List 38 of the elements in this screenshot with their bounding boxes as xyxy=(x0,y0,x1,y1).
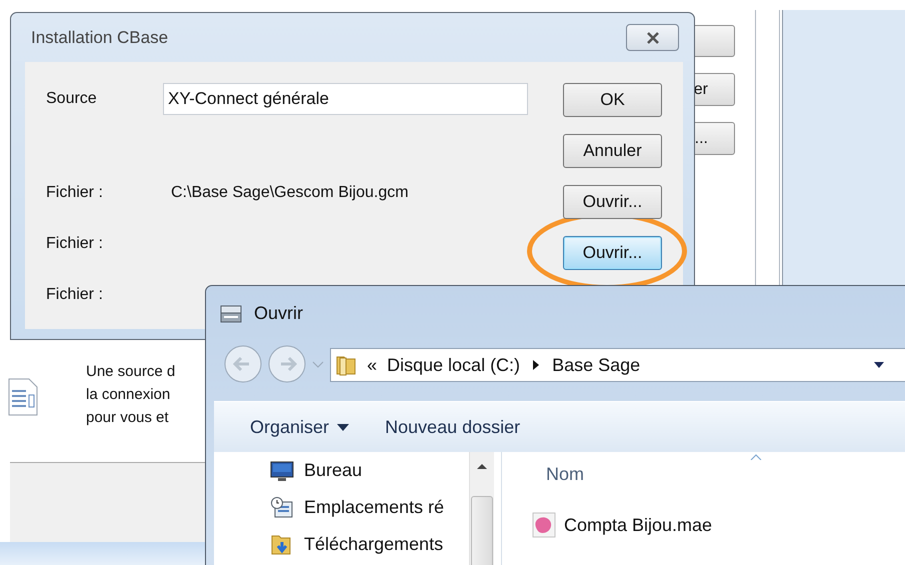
field-label: Fichier : xyxy=(46,235,104,253)
column-header[interactable]: Nom xyxy=(546,452,776,496)
address-bar[interactable]: « Disque local (C:) Base Sage xyxy=(330,348,905,382)
field-label: Source xyxy=(46,90,98,108)
field-label: Fichier : xyxy=(46,184,104,202)
recent-places-icon xyxy=(270,496,294,520)
breadcrumb[interactable]: Base Sage xyxy=(552,354,640,376)
window-title: Installation CBase xyxy=(31,28,168,48)
dialog-button[interactable]: OK xyxy=(563,83,662,117)
toolbar-button[interactable]: Nouveau dossier xyxy=(377,412,528,442)
overflow-chevron[interactable]: « xyxy=(367,354,378,376)
caret-icon xyxy=(337,424,350,430)
scanner-icon xyxy=(220,304,242,324)
document-icon xyxy=(8,378,38,416)
dialog-button[interactable]: Annuler xyxy=(563,134,662,168)
scrollbar[interactable] xyxy=(469,452,494,565)
file-name[interactable]: Compta Bijou.mae xyxy=(564,514,712,536)
folder-icon xyxy=(335,354,357,376)
description-text: pour vous et xyxy=(86,408,170,428)
nav-item[interactable]: Emplacements ré xyxy=(304,497,444,518)
description-text: la connexion xyxy=(86,385,172,405)
file-icon xyxy=(532,512,556,538)
dropdown-arrow-icon[interactable] xyxy=(873,361,885,369)
nav-item[interactable]: Téléchargements xyxy=(304,534,444,555)
toolbar-button[interactable]: Organiser xyxy=(242,412,358,442)
file-path: C:\Base Sage\Gescom Bijou.gcm xyxy=(170,184,408,202)
monitor-icon xyxy=(270,460,294,482)
source-field[interactable]: XY-Connect générale xyxy=(163,83,528,115)
field-label: Fichier : xyxy=(46,286,104,304)
description-text: Une source d xyxy=(86,362,176,382)
dialog-button[interactable]: Ouvrir... xyxy=(563,185,662,219)
scroll-up-icon[interactable] xyxy=(476,462,488,470)
window-title: Ouvrir xyxy=(254,303,303,324)
close-button[interactable] xyxy=(626,24,679,51)
dialog-button[interactable]: Ouvrir... xyxy=(563,236,662,270)
chevron-icon[interactable] xyxy=(532,360,540,370)
nav-item[interactable]: Bureau xyxy=(304,460,362,481)
breadcrumb[interactable]: Disque local (C:) xyxy=(387,354,520,376)
